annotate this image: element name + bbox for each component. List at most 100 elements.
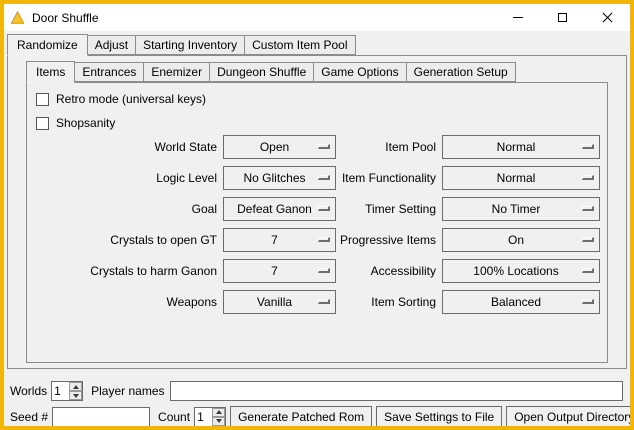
form-row: Timer Setting No Timer xyxy=(339,197,600,221)
form-row: Crystals to harm Ganon 7 xyxy=(35,259,336,283)
dropdown-indicator-icon xyxy=(582,144,594,149)
triangle-up-icon xyxy=(216,410,222,414)
form-row: Goal Defeat Ganon xyxy=(35,197,336,221)
progressive-items-dropdown[interactable]: On xyxy=(442,228,600,252)
crystals-open-gt-dropdown[interactable]: 7 xyxy=(223,228,336,252)
maximize-button[interactable] xyxy=(540,4,585,31)
field-label: Logic Level xyxy=(35,171,217,185)
form-row: Item Sorting Balanced xyxy=(339,290,600,314)
player-names-input[interactable] xyxy=(170,381,624,401)
titlebar: Door Shuffle xyxy=(4,4,630,31)
dropdown-value: Normal xyxy=(497,171,546,185)
field-label: Weapons xyxy=(35,295,217,309)
dropdown-value: No Timer xyxy=(492,202,551,216)
close-icon xyxy=(602,12,613,23)
tab-adjust[interactable]: Adjust xyxy=(87,35,136,55)
app-window: Door Shuffle Randomize Adjust Starting I… xyxy=(0,0,634,430)
triangle-up-icon xyxy=(73,385,79,389)
client-area: Randomize Adjust Starting Inventory Cust… xyxy=(4,33,630,428)
dropdown-value: Balanced xyxy=(491,295,551,309)
tab-items[interactable]: Items xyxy=(26,61,75,83)
dropdown-indicator-icon xyxy=(582,299,594,304)
worlds-row: Worlds Player names xyxy=(10,380,623,402)
count-label: Count xyxy=(158,410,190,424)
minimize-button[interactable] xyxy=(495,4,540,31)
form-row: Item Functionality Normal xyxy=(339,166,600,190)
field-label: Progressive Items xyxy=(339,233,436,247)
spin-down-button[interactable] xyxy=(69,391,82,400)
crystals-harm-ganon-dropdown[interactable]: 7 xyxy=(223,259,336,283)
worlds-input[interactable] xyxy=(52,382,69,400)
save-settings-button[interactable]: Save Settings to File xyxy=(376,406,502,428)
world-state-dropdown[interactable]: Open xyxy=(223,135,336,159)
field-label: Goal xyxy=(35,202,217,216)
worlds-spinner xyxy=(51,381,83,401)
item-functionality-dropdown[interactable]: Normal xyxy=(442,166,600,190)
dropdown-indicator-icon xyxy=(318,299,330,304)
accessibility-dropdown[interactable]: 100% Locations xyxy=(442,259,600,283)
field-label: Item Pool xyxy=(339,140,436,154)
close-button[interactable] xyxy=(585,4,630,31)
form-row: Accessibility 100% Locations xyxy=(339,259,600,283)
spin-up-button[interactable] xyxy=(69,382,82,391)
retro-mode-checkbox[interactable]: Retro mode (universal keys) xyxy=(36,92,206,106)
form-row: Progressive Items On xyxy=(339,228,600,252)
form-row: Weapons Vanilla xyxy=(35,290,336,314)
dropdown-indicator-icon xyxy=(318,144,330,149)
window-title: Door Shuffle xyxy=(32,11,99,25)
spin-up-button[interactable] xyxy=(212,408,225,417)
worlds-spin-arrows xyxy=(69,382,82,400)
tab-game-options[interactable]: Game Options xyxy=(313,62,406,82)
dropdown-indicator-icon xyxy=(318,268,330,273)
checkbox-unchecked-icon xyxy=(36,93,49,106)
retro-mode-label: Retro mode (universal keys) xyxy=(56,92,206,106)
field-label: Item Functionality xyxy=(339,171,436,185)
spin-down-button[interactable] xyxy=(212,417,225,426)
player-names-label: Player names xyxy=(91,384,164,398)
tab-dungeon-shuffle[interactable]: Dungeon Shuffle xyxy=(209,62,314,82)
logic-level-dropdown[interactable]: No Glitches xyxy=(223,166,336,190)
shopsanity-checkbox[interactable]: Shopsanity xyxy=(36,116,115,130)
form-row: Logic Level No Glitches xyxy=(35,166,336,190)
tab-entrances[interactable]: Entrances xyxy=(74,62,144,82)
item-pool-dropdown[interactable]: Normal xyxy=(442,135,600,159)
checkbox-unchecked-icon xyxy=(36,117,49,130)
tab-starting-inventory[interactable]: Starting Inventory xyxy=(135,35,245,55)
seed-input[interactable] xyxy=(52,407,150,427)
field-label: World State xyxy=(35,140,217,154)
primary-notebook: Randomize Adjust Starting Inventory Cust… xyxy=(7,33,627,369)
tab-generation-setup[interactable]: Generation Setup xyxy=(406,62,516,82)
shopsanity-label: Shopsanity xyxy=(56,116,115,130)
dropdown-indicator-icon xyxy=(582,175,594,180)
triangle-down-icon xyxy=(73,394,79,398)
field-label: Timer Setting xyxy=(339,202,436,216)
tab-enemizer[interactable]: Enemizer xyxy=(143,62,210,82)
dropdown-value: On xyxy=(508,233,534,247)
randomize-pane: Items Entrances Enemizer Dungeon Shuffle… xyxy=(7,55,627,369)
generate-patched-rom-button[interactable]: Generate Patched Rom xyxy=(230,406,372,428)
seed-row: Seed # Count Generate Patched Rom Save S… xyxy=(10,405,623,428)
goal-dropdown[interactable]: Defeat Ganon xyxy=(223,197,336,221)
dropdown-indicator-icon xyxy=(582,237,594,242)
weapons-dropdown[interactable]: Vanilla xyxy=(223,290,336,314)
dropdown-value: No Glitches xyxy=(243,171,315,185)
dropdown-value: Vanilla xyxy=(257,295,302,309)
dropdown-indicator-icon xyxy=(318,237,330,242)
primary-tabstrip: Randomize Adjust Starting Inventory Cust… xyxy=(7,33,627,55)
item-sorting-dropdown[interactable]: Balanced xyxy=(442,290,600,314)
secondary-tabstrip: Items Entrances Enemizer Dungeon Shuffle… xyxy=(26,60,608,82)
count-spinner xyxy=(194,407,226,427)
dropdown-value: 100% Locations xyxy=(473,264,568,278)
tab-randomize[interactable]: Randomize xyxy=(7,34,88,56)
open-output-directory-button[interactable]: Open Output Directory xyxy=(506,406,634,428)
dropdown-value: Open xyxy=(260,140,299,154)
form-column-right: Item Pool Normal Item Functionality Norm… xyxy=(339,135,600,321)
tab-custom-item-pool[interactable]: Custom Item Pool xyxy=(244,35,355,55)
window-controls xyxy=(495,4,630,31)
dropdown-indicator-icon xyxy=(582,268,594,273)
timer-setting-dropdown[interactable]: No Timer xyxy=(442,197,600,221)
dropdown-value: 7 xyxy=(271,233,288,247)
count-input[interactable] xyxy=(195,408,212,426)
dropdown-indicator-icon xyxy=(582,206,594,211)
form-row: World State Open xyxy=(35,135,336,159)
